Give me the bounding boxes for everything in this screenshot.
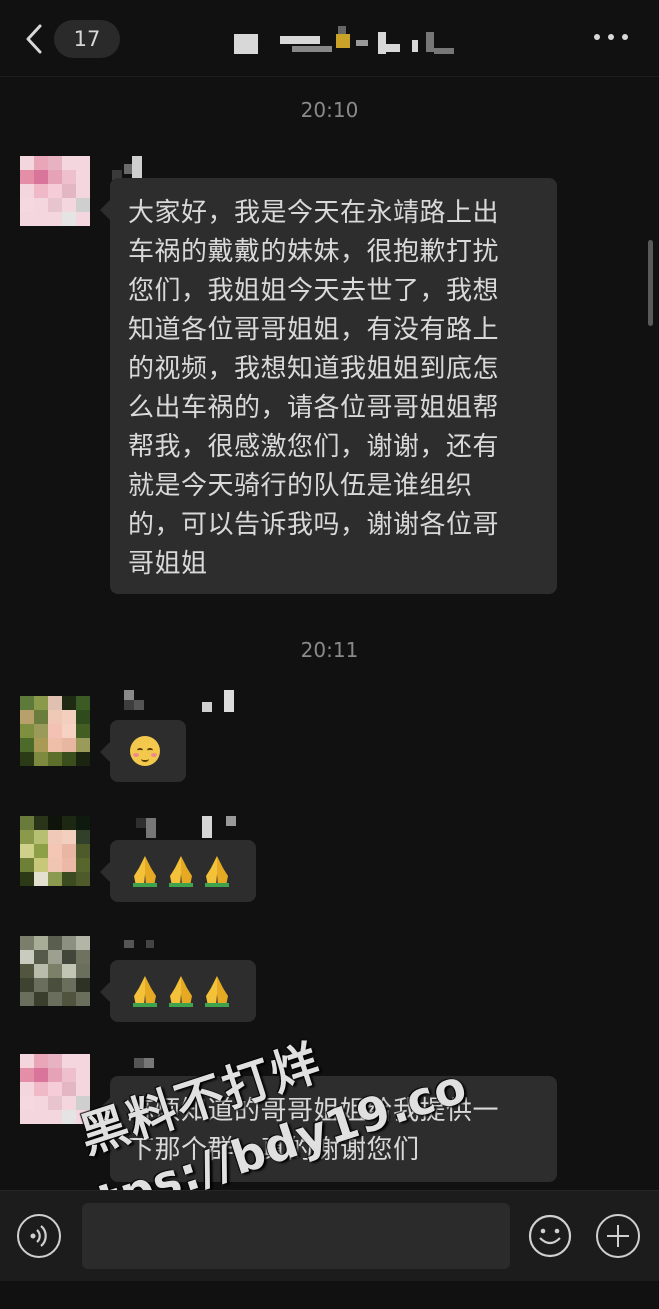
pray-hands-icon [169, 976, 193, 1007]
more-options-icon[interactable] [592, 30, 632, 46]
smiling-face-icon [130, 736, 160, 766]
message-bubble[interactable] [100, 960, 256, 1022]
avatar[interactable] [20, 1054, 90, 1124]
avatar[interactable] [20, 696, 90, 766]
avatar[interactable] [20, 936, 90, 1006]
timestamp: 20:10 [300, 98, 359, 122]
scrollbar[interactable] [648, 240, 653, 326]
add-button[interactable] [596, 1214, 640, 1258]
back-button[interactable]: 17 [20, 18, 120, 60]
message-bubble[interactable]: 麻烦知道的哥哥姐姐给我提供一 下那个群，真的谢谢您们 [100, 1076, 557, 1182]
pray-hands-icon [205, 856, 229, 887]
input-bar [0, 1190, 659, 1281]
message-text: 大家好，我是今天在永靖路上出 车祸的戴戴的妹妹，很抱歉打扰 您们，我姐姐今天去世… [128, 198, 500, 579]
pray-hands-icon [133, 856, 157, 887]
voice-input-button[interactable] [17, 1214, 61, 1258]
message-bubble[interactable] [100, 840, 256, 902]
message-bubble[interactable] [100, 720, 186, 782]
pray-hands-icon [133, 976, 157, 1007]
chat-title-pixelated [232, 26, 472, 56]
timestamp: 20:11 [300, 638, 359, 662]
voice-icon [30, 1225, 47, 1247]
message-text: 麻烦知道的哥哥姐姐给我提供一 下那个群，真的谢谢您们 [128, 1096, 500, 1165]
avatar[interactable] [20, 156, 90, 226]
chat-header: 17 [0, 0, 659, 77]
avatar[interactable] [20, 816, 90, 886]
pray-hands-icon [169, 856, 193, 887]
chevron-left-icon [26, 24, 42, 54]
unread-count-badge: 17 [54, 20, 120, 58]
emoji-button[interactable] [528, 1214, 572, 1258]
message-input[interactable] [82, 1203, 510, 1269]
sender-name-pixelated [112, 690, 312, 718]
pray-hands-icon [205, 976, 229, 1007]
message-bubble[interactable]: 大家好，我是今天在永靖路上出 车祸的戴戴的妹妹，很抱歉打扰 您们，我姐姐今天去世… [100, 178, 557, 594]
emoji-icon [528, 1214, 572, 1258]
